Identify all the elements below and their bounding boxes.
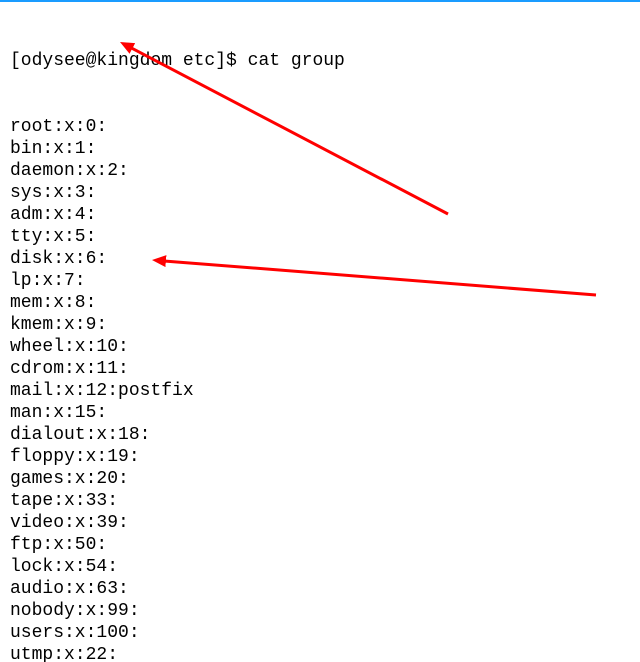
- terminal-line: mail:x:12:postfix: [10, 380, 630, 402]
- terminal-line: sys:x:3:: [10, 182, 630, 204]
- terminal-line: lp:x:7:: [10, 270, 630, 292]
- terminal-line: tty:x:5:: [10, 226, 630, 248]
- terminal-line: mem:x:8:: [10, 292, 630, 314]
- terminal-line: kmem:x:9:: [10, 314, 630, 336]
- terminal-line: audio:x:63:: [10, 578, 630, 600]
- terminal-line: adm:x:4:: [10, 204, 630, 226]
- terminal-line: video:x:39:: [10, 512, 630, 534]
- terminal-line: games:x:20:: [10, 468, 630, 490]
- terminal-line: disk:x:6:: [10, 248, 630, 270]
- terminal-prompt: [odysee@kingdom etc]$ cat group: [10, 50, 630, 72]
- terminal-line: ftp:x:50:: [10, 534, 630, 556]
- terminal-line: wheel:x:10:: [10, 336, 630, 358]
- terminal-line: daemon:x:2:: [10, 160, 630, 182]
- terminal-line: root:x:0:: [10, 116, 630, 138]
- terminal-line: man:x:15:: [10, 402, 630, 424]
- terminal-window: [odysee@kingdom etc]$ cat group root:x:0…: [0, 0, 640, 662]
- terminal-output: root:x:0:bin:x:1:daemon:x:2:sys:x:3:adm:…: [10, 116, 630, 662]
- terminal-line: tape:x:33:: [10, 490, 630, 512]
- terminal-line: lock:x:54:: [10, 556, 630, 578]
- terminal-line: utmp:x:22:: [10, 644, 630, 662]
- terminal-line: users:x:100:: [10, 622, 630, 644]
- terminal-line: cdrom:x:11:: [10, 358, 630, 380]
- terminal-line: bin:x:1:: [10, 138, 630, 160]
- terminal-line: dialout:x:18:: [10, 424, 630, 446]
- terminal-line: floppy:x:19:: [10, 446, 630, 468]
- terminal-line: nobody:x:99:: [10, 600, 630, 622]
